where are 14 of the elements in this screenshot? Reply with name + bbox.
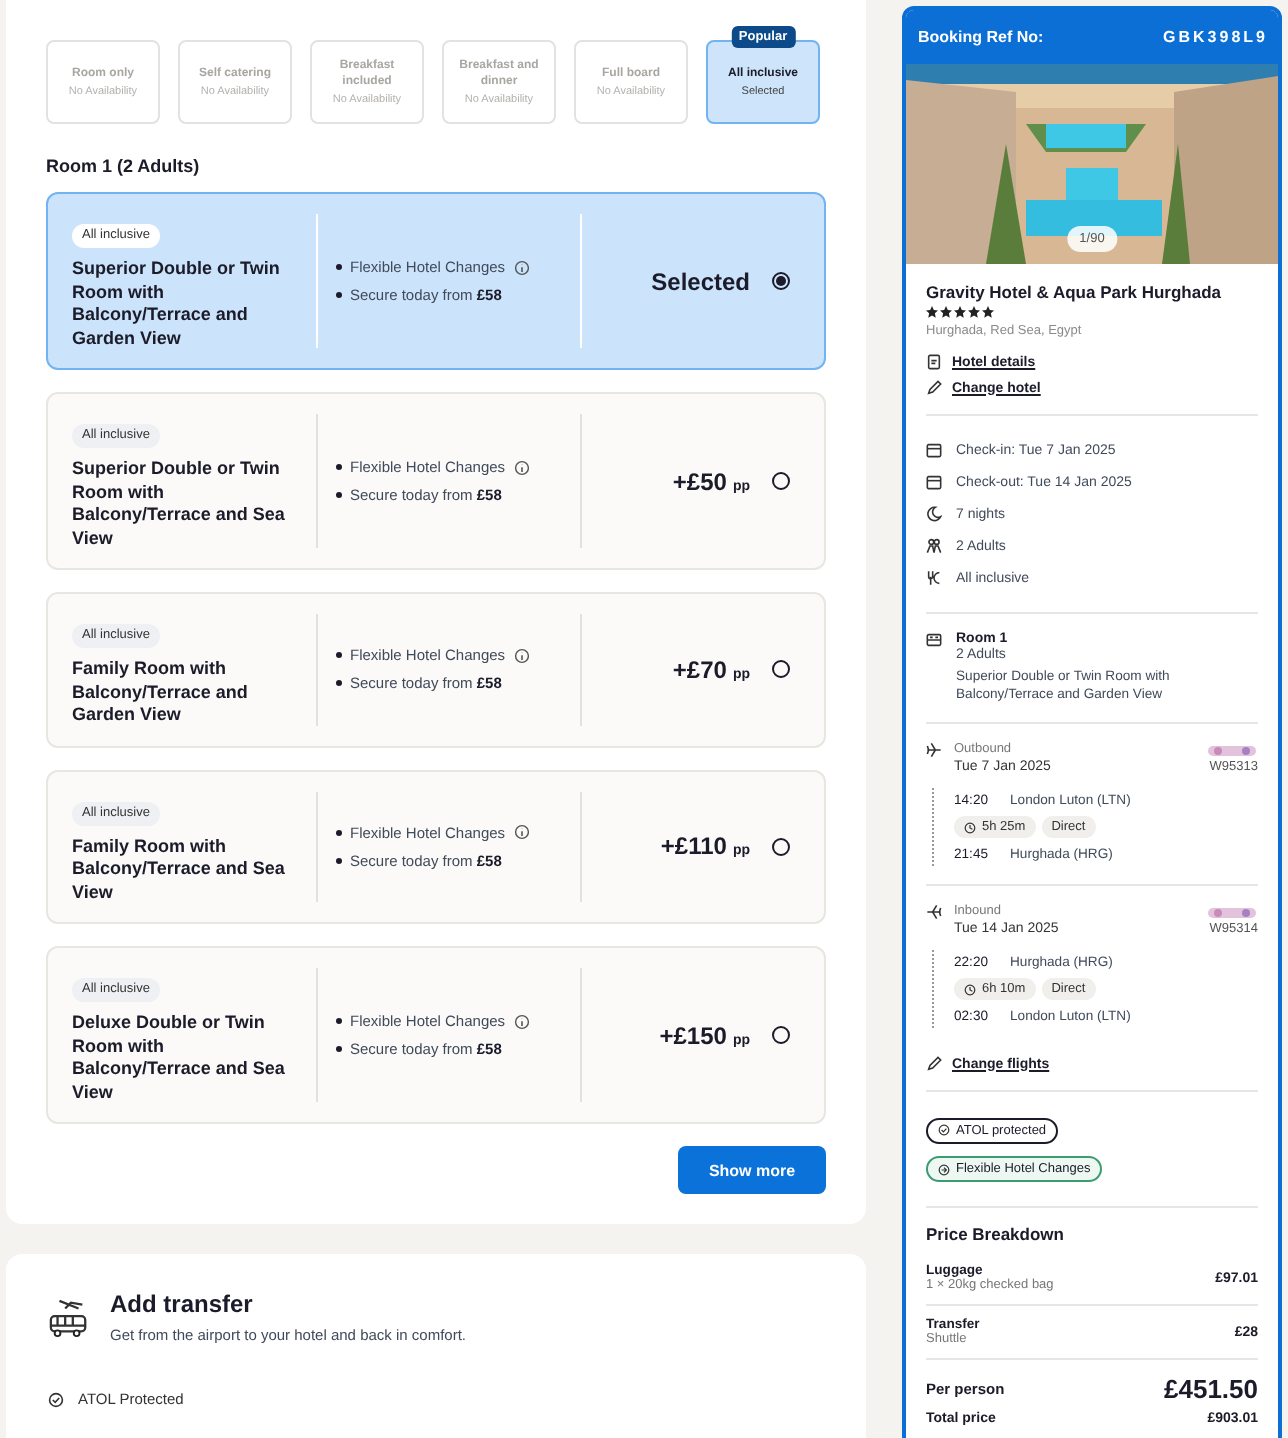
hotel-name: Gravity Hotel & Aqua Park Hurghada	[926, 282, 1224, 304]
section-heading: Room 1 (2 Adults)	[46, 156, 202, 176]
price-breakdown-title: Price Breakdown	[926, 1224, 1066, 1244]
room-name: Deluxe Double or Twin Room with Balcony/Terrace and Sea View	[72, 1012, 287, 1104]
show-more-button[interactable]: Show more	[678, 1146, 826, 1194]
price-text: Selected	[651, 267, 750, 295]
room-name: Family Room with Balcony/Terrace and Garden View	[72, 658, 250, 727]
per-person-price: £451.50	[1164, 1374, 1258, 1404]
room-name: Superior Double or Twin Room with Balcony/Terrace and Sea View	[72, 458, 287, 550]
room-name: Family Room with Balcony/Terrace and Sea View	[72, 835, 287, 904]
booking-ref-label: Booking Ref No:	[918, 28, 1044, 46]
transfer-title: Add transfer	[110, 1290, 255, 1318]
booking-ref: GBK398L9	[1163, 28, 1268, 46]
room-name: Superior Double or Twin Room with Balcony/Terrace and Garden View	[72, 258, 282, 350]
